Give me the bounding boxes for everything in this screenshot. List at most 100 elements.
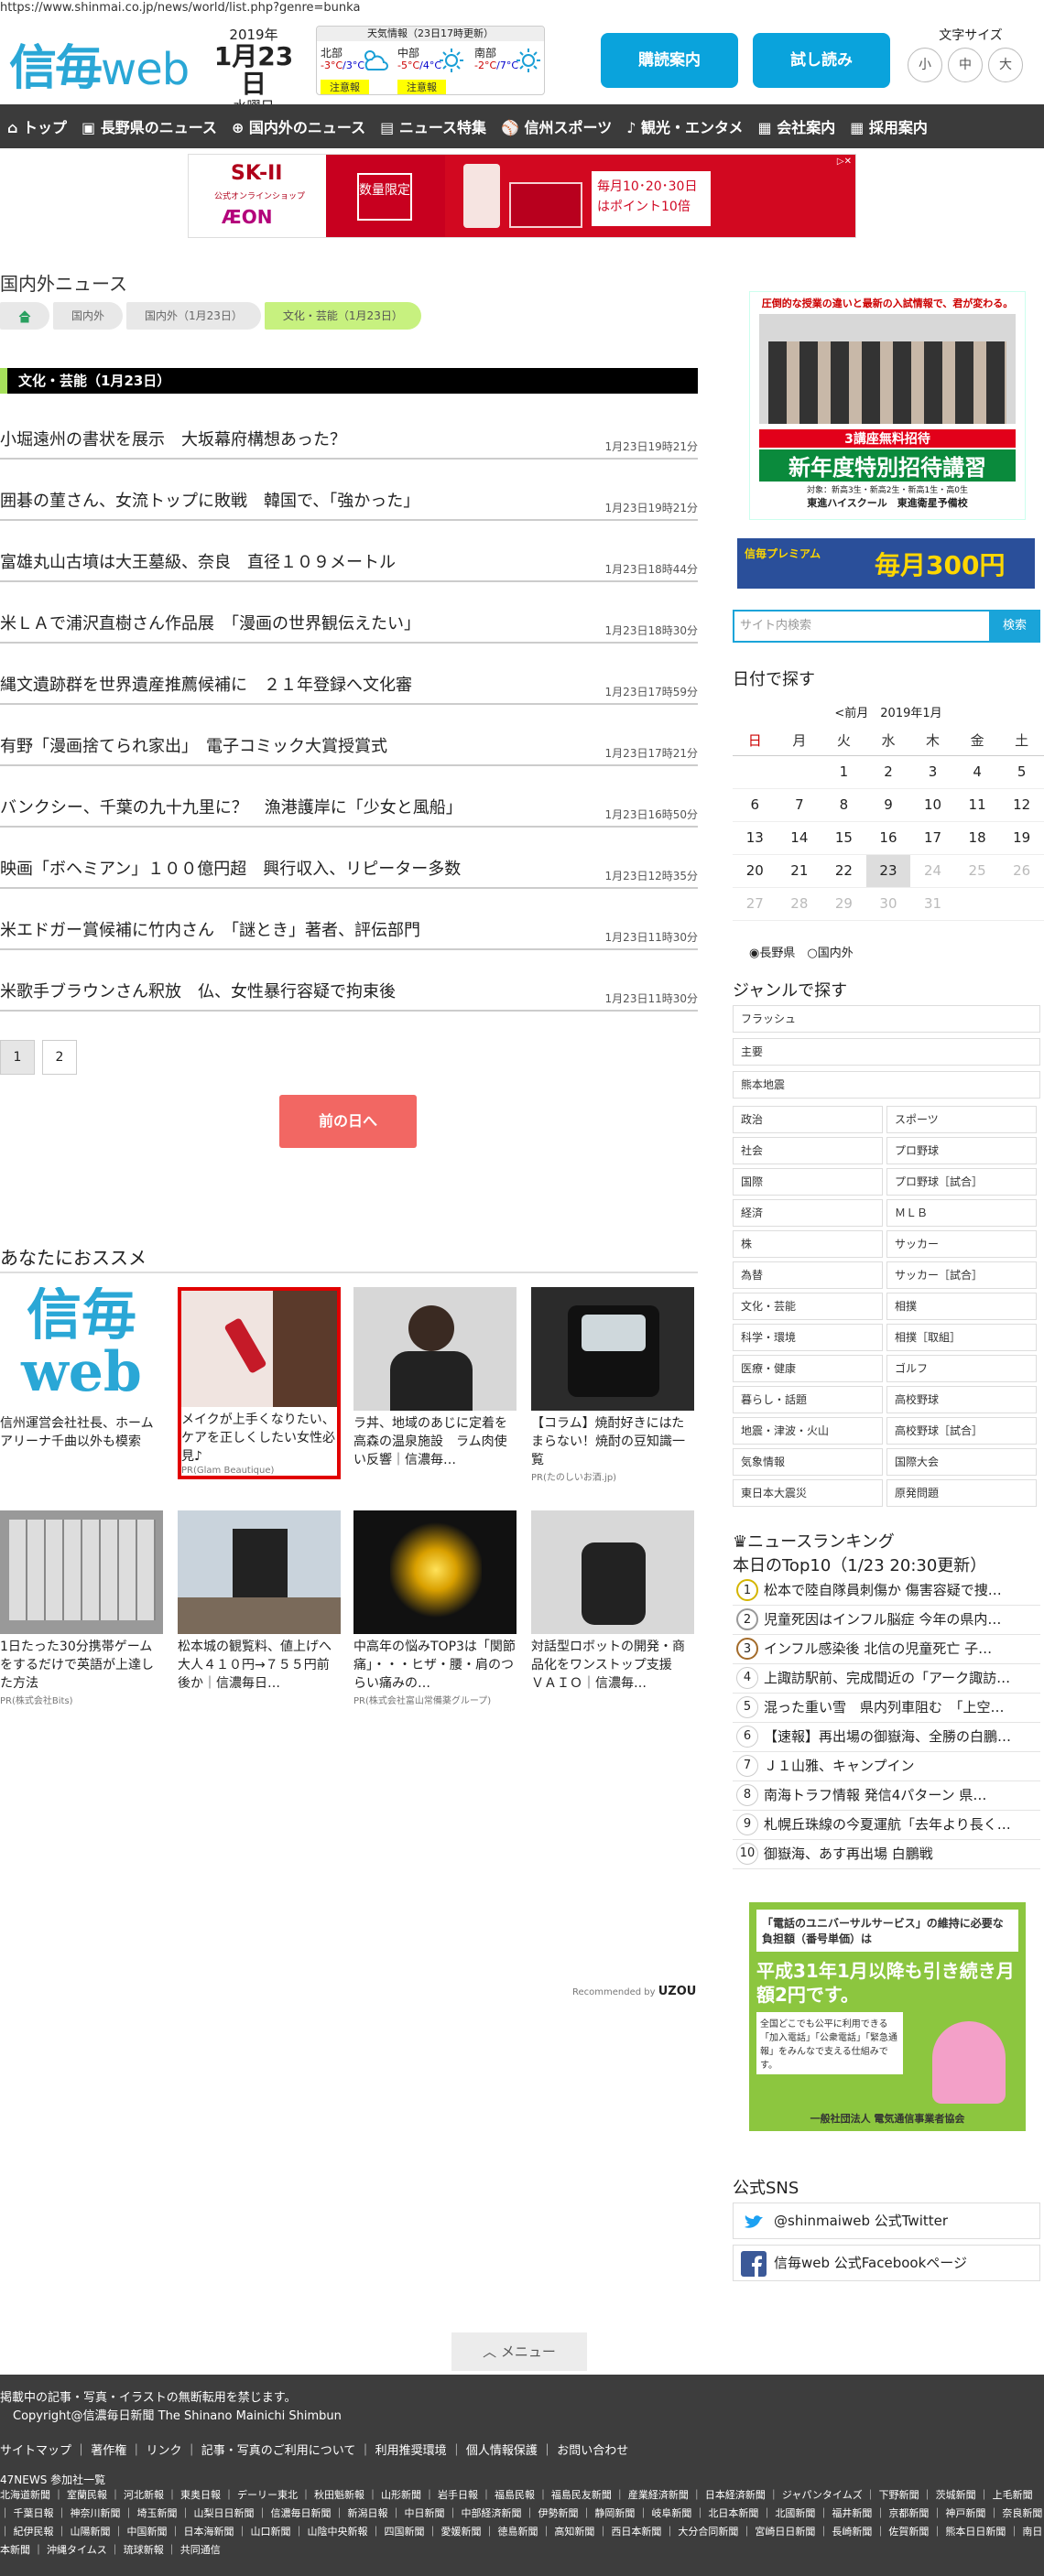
calendar-day[interactable]: 20 [733, 854, 778, 888]
genre-link[interactable]: 国際大会 [886, 1448, 1037, 1476]
recommend-card[interactable]: ラ丼、地域のあじに定着を 高森の温泉施設 ラム肉使い反響｜信濃毎… [353, 1287, 517, 1469]
ranking-title-text[interactable]: 南海トラフ情報 発信4パターン 県… [764, 1787, 986, 1803]
recommend-card-pr[interactable]: 【コラム】焼酎好きにはたまらない！焼酎の豆知識一覧 PR(たのしいお酒.jp) [531, 1287, 694, 1483]
toshin-ad[interactable]: 圧倒的な授業の違いと最新の入試情報で、君が変わる。 3講座無料招待 新年度特別招… [749, 291, 1026, 520]
ranking-item[interactable]: 1 松本で陸自隊員刺傷か 傷害容疑で捜… [733, 1576, 1040, 1606]
article-title[interactable]: 縄文遺跡群を世界遺産推薦候補に ２１年登録へ文化審 [0, 672, 412, 696]
ranking-title-text[interactable]: 上諏訪駅前、完成間近の「アーク諏訪… [764, 1670, 1010, 1686]
genre-link[interactable]: 高校野球 [886, 1386, 1037, 1413]
genre-link[interactable]: プロ野球［試合］ [886, 1168, 1037, 1196]
site-logo[interactable]: 信毎web [9, 29, 190, 98]
article-row[interactable]: 米歌手ブラウンさん釈放 仏、女性暴行容疑で拘束後 1月23日11時30分 [0, 975, 698, 1012]
font-size-medium-button[interactable]: 中 [948, 48, 983, 82]
article-row[interactable]: バンクシー、千葉の九十九里に？ 漁港護岸に「少女と風船」 1月23日16時50分 [0, 791, 698, 828]
page-2-button[interactable]: 2 [42, 1040, 77, 1075]
nav-nagano[interactable]: ▣ 長野県のニュース [74, 115, 224, 137]
article-row[interactable]: 縄文遺跡群を世界遺産推薦候補に ２１年登録へ文化審 1月23日17時59分 [0, 668, 698, 705]
ranking-item[interactable]: 3 インフル感染後 北信の児童死亡 子… [733, 1635, 1040, 1664]
nav-feature[interactable]: ▤ ニュース特集 [373, 115, 494, 137]
top-ad-banner[interactable]: SK-II 公式オンラインショップ ÆON 数量限定 毎月10･20･30日はポ… [188, 154, 856, 238]
genre-link[interactable]: 社会 [733, 1137, 883, 1164]
nav-sports[interactable]: ⚾ 信州スポーツ [494, 115, 619, 137]
weather-widget[interactable]: 天気情報（23日17時更新） 北部 -3°C/3°C 注意報 中部 -5°C/4… [316, 26, 545, 95]
article-row[interactable]: 米ＬＡで浦沢直樹さん作品展 「漫画の世界観伝えたい」 1月23日18時30分 [0, 607, 698, 644]
trial-read-button[interactable]: 試し読み [753, 33, 890, 88]
calendar-day[interactable]: 21 [777, 854, 822, 888]
genre-link[interactable]: ＭＬＢ [886, 1199, 1037, 1227]
footer-links[interactable]: サイトマップ ｜ 著作権 ｜ リンク ｜ 記事・写真のご利用について ｜ 利用推… [0, 2441, 628, 2458]
genre-link[interactable]: 地震・津波・火山 [733, 1417, 883, 1445]
premium-ad[interactable]: 信毎プレミアム 毎月300円 [737, 538, 1035, 589]
genre-link[interactable]: 相撲［取組］ [886, 1324, 1037, 1351]
ranking-title-text[interactable]: 御嶽海、あす再出場 白鵬戦 [764, 1845, 933, 1862]
ranking-title-text[interactable]: 札幌丘珠線の今夏運航「去年より長く… [764, 1816, 1011, 1833]
genre-link[interactable]: 高校野球［試合］ [886, 1417, 1037, 1445]
breadcrumb-world-date[interactable]: 国内外（1月23日） [126, 302, 261, 330]
genre-link[interactable]: 経済 [733, 1199, 883, 1227]
ranking-item[interactable]: 4 上諏訪駅前、完成間近の「アーク諏訪… [733, 1664, 1040, 1694]
breadcrumb-world[interactable]: 国内外 [53, 302, 124, 330]
nav-world[interactable]: ⊕ 国内外のニュース [224, 115, 373, 137]
menu-button[interactable]: ︿ メニュー [451, 2332, 587, 2371]
article-title[interactable]: 映画「ボヘミアン」１００億円超 興行収入、リピーター多数 [0, 856, 461, 880]
genre-link[interactable]: 医療・健康 [733, 1355, 883, 1382]
recommend-card[interactable]: 松本城の観覧料、値上げへ 大人４１０円→７５５円前後か｜信濃毎日… [178, 1510, 341, 1693]
recommend-card-pr[interactable]: 中高年の悩みTOP3は「関節痛」・・・ヒザ・腰・肩のつらい痛みの… PR(株式会… [353, 1510, 517, 1706]
article-title[interactable]: 囲碁の菫さん、女流トップに敗戦 韓国で、「強かった」 [0, 488, 419, 512]
genre-link[interactable]: サッカー [886, 1230, 1037, 1258]
twitter-link[interactable]: @shinmaiweb 公式Twitter [733, 2203, 1040, 2239]
ranking-title-text[interactable]: 混った重い雪 県内列車阻む 「上空… [764, 1699, 1005, 1716]
ranking-item[interactable]: 8 南海トラフ情報 発信4パターン 県… [733, 1781, 1040, 1811]
calendar-day[interactable]: 7 [777, 788, 822, 822]
calendar-day[interactable]: 14 [777, 821, 822, 855]
nav-top[interactable]: ⌂ トップ [0, 115, 74, 137]
calendar-day[interactable]: 1 [821, 755, 866, 789]
calendar-day[interactable]: 5 [999, 755, 1044, 789]
genre-link[interactable]: フラッシュ [733, 1005, 1040, 1033]
calendar-day[interactable]: 18 [954, 821, 1000, 855]
genre-link[interactable]: 科学・環境 [733, 1324, 883, 1351]
genre-link[interactable]: プロ野球 [886, 1137, 1037, 1164]
nav-tourism[interactable]: ♪ 観光・エンタメ [619, 115, 750, 137]
article-title[interactable]: 米エドガー賞候補に竹内さん 「謎とき」著者、評伝部門 [0, 917, 420, 941]
article-title[interactable]: 米歌手ブラウンさん釈放 仏、女性暴行容疑で拘束後 [0, 979, 396, 1002]
genre-link[interactable]: 原発問題 [886, 1479, 1037, 1507]
recommend-card[interactable]: 信毎 web 信州運営会社社長、ホームアリーナ千曲以外も模索 [0, 1287, 163, 1469]
page-1-button[interactable]: 1 [0, 1040, 35, 1075]
calendar-day[interactable]: 9 [865, 788, 911, 822]
ranking-item[interactable]: 2 児童死因はインフル脳症 今年の県内… [733, 1606, 1040, 1635]
genre-link[interactable]: 為替 [733, 1261, 883, 1289]
telecom-ad[interactable]: 「電話のユニバーサルサービス」の維持に必要な負担額（番号単価）は 平成31年1月… [749, 1902, 1026, 2131]
calendar-day[interactable]: 13 [733, 821, 778, 855]
genre-link[interactable]: 文化・芸能 [733, 1293, 883, 1320]
genre-link[interactable]: サッカー［試合］ [886, 1261, 1037, 1289]
article-title[interactable]: バンクシー、千葉の九十九里に？ 漁港護岸に「少女と風船」 [0, 795, 462, 818]
calendar-day[interactable]: 2 [865, 755, 911, 789]
genre-link[interactable]: 気象情報 [733, 1448, 883, 1476]
recommend-card-pr[interactable]: 1日たった30分携帯ゲームをするだけで英語が上達した方法 PR(株式会社Bits… [0, 1510, 163, 1706]
ranking-title-text[interactable]: 【速報】再出場の御嶽海、全勝の白鵬… [764, 1728, 1011, 1745]
ranking-title-text[interactable]: インフル感染後 北信の児童死亡 子… [764, 1640, 992, 1657]
ranking-item[interactable]: 7 Ｊ１山雅、キャンプイン [733, 1752, 1040, 1781]
calendar-day[interactable]: 23 [865, 854, 911, 888]
facebook-link[interactable]: 信毎web 公式Facebookページ [733, 2245, 1040, 2281]
recommend-card[interactable]: 対話型ロボットの開発・商品化をワンストップ支援 ＶＡＩＯ｜信濃毎… [531, 1510, 694, 1693]
radio-nagano[interactable]: ◉長野県 [749, 947, 795, 960]
breadcrumb-home[interactable] [0, 302, 49, 330]
prev-day-button[interactable]: 前の日へ [279, 1095, 417, 1148]
genre-link[interactable]: 熊本地震 [733, 1071, 1040, 1099]
genre-link[interactable]: 主要 [733, 1038, 1040, 1066]
font-size-small-button[interactable]: 小 [908, 48, 942, 82]
ranking-title-text[interactable]: Ｊ１山雅、キャンプイン [764, 1758, 915, 1774]
calendar-day[interactable]: 19 [999, 821, 1044, 855]
font-size-large-button[interactable]: 大 [988, 48, 1023, 82]
calendar-day[interactable]: 8 [821, 788, 866, 822]
subscription-info-button[interactable]: 購読案内 [601, 33, 738, 88]
genre-link[interactable]: 政治 [733, 1106, 883, 1133]
genre-link[interactable]: 株 [733, 1230, 883, 1258]
genre-link[interactable]: 国際 [733, 1168, 883, 1196]
ad-close-icon[interactable]: ▷✕ [837, 157, 852, 167]
calendar-day[interactable]: 6 [733, 788, 778, 822]
recommend-card-pr[interactable]: メイクが上手くなりたい、ケアを正しくしたい女性必見♪ PR(Glam Beaut… [178, 1287, 341, 1479]
calendar-day[interactable]: 15 [821, 821, 866, 855]
